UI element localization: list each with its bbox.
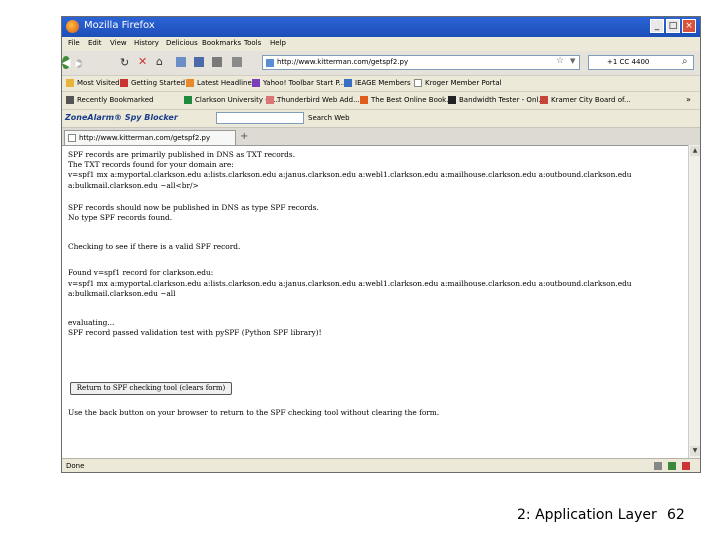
content-line: v=spf1 mx a:myportal.clarkson.edu a:list…	[68, 279, 632, 288]
browser-window: Mozilla Firefox _ □ × File Edit View His…	[61, 16, 701, 473]
menu-delicious[interactable]: Delicious	[166, 39, 198, 47]
rss-icon	[186, 79, 194, 87]
status-text: Done	[66, 462, 85, 470]
content-line: a:bulkmail.clarkson.edu ~all<br/>	[68, 181, 199, 190]
search-icon[interactable]: ⌕	[682, 56, 688, 67]
bookmark-icon	[66, 96, 74, 104]
home-icon[interactable]: ⌂	[156, 55, 163, 68]
toolbar-icon-2[interactable]	[212, 57, 222, 67]
bookmark-star-icon[interactable]: ☆	[556, 56, 564, 66]
bookmarks-toolbar: Most Visited Getting Started Latest Head…	[62, 75, 700, 91]
bookmark-icon	[184, 96, 192, 104]
forward-button[interactable]: ▶	[75, 59, 82, 68]
tab-title: http://www.kitterman.com/getspf2.py	[79, 134, 211, 142]
slide-page-number: 62	[667, 507, 685, 523]
zonealarm-search-button[interactable]: Search Web	[308, 114, 350, 122]
content-line: evaluating...	[68, 318, 115, 327]
vertical-scrollbar[interactable]: ▲ ▼	[688, 145, 700, 458]
url-dropdown-icon[interactable]: ▼	[570, 57, 575, 65]
scroll-up-icon[interactable]: ▲	[690, 146, 700, 156]
menu-view[interactable]: View	[110, 39, 127, 47]
bookmark-icon	[344, 79, 352, 87]
bookmark-online-book[interactable]: The Best Online Book...	[371, 96, 453, 104]
bookmark-recently-bookmarked[interactable]: Recently Bookmarked	[77, 96, 153, 104]
content-line: Found v=spf1 record for clarkson.edu:	[68, 268, 214, 277]
chevron-right-icon[interactable]: »	[686, 95, 691, 104]
bookmark-kroger[interactable]: Kroger Member Portal	[425, 79, 502, 87]
page-icon	[68, 134, 76, 142]
zonealarm-logo: ZoneAlarm® Spy Blocker	[65, 113, 178, 122]
search-value: +1 CC 4400	[607, 58, 650, 66]
bookmark-bandwidth[interactable]: Bandwidth Tester - Onl...	[459, 96, 545, 104]
minimize-button[interactable]: _	[650, 19, 664, 33]
status-icon	[682, 462, 690, 470]
menu-tools[interactable]: Tools	[244, 39, 261, 47]
menu-file[interactable]: File	[68, 39, 80, 47]
bookmark-icon	[414, 79, 422, 87]
bookmark-thunderbird[interactable]: Thunderbird Web Add...	[277, 96, 360, 104]
menu-bar: File Edit View History Delicious Bookmar…	[62, 37, 700, 51]
content-line: The TXT records found for your domain ar…	[68, 160, 234, 169]
status-bar: Done	[62, 458, 700, 472]
stop-icon[interactable]: ✕	[138, 55, 147, 68]
close-button[interactable]: ×	[682, 19, 696, 33]
content-line: SPF records are primarily published in D…	[68, 150, 296, 159]
window-title: Mozilla Firefox	[84, 20, 155, 31]
bookmark-most-visited[interactable]: Most Visited	[77, 79, 120, 87]
bookmark-ieage[interactable]: IEAGE Members	[355, 79, 411, 87]
bookmark-yahoo[interactable]: Yahoo! Toolbar Start P...	[263, 79, 345, 87]
bookmark-kramer[interactable]: Kramer City Board of...	[551, 96, 631, 104]
yahoo-icon	[252, 79, 260, 87]
bookmark-icon	[540, 96, 548, 104]
scroll-down-icon[interactable]: ▼	[690, 446, 700, 456]
firefox-icon	[66, 20, 79, 33]
page-content: SPF records are primarily published in D…	[62, 145, 688, 459]
title-bar: Mozilla Firefox _ □ ×	[62, 17, 700, 37]
bookmark-icon	[266, 96, 274, 104]
search-input[interactable]: +1 CC 4400	[588, 55, 694, 70]
tab-getspf[interactable]: http://www.kitterman.com/getspf2.py	[64, 130, 236, 146]
content-line: No type SPF records found.	[68, 213, 173, 222]
content-line: SPF record passed validation test with p…	[68, 328, 322, 337]
url-bar[interactable]: http://www.kitterman.com/getspf2.py	[262, 55, 580, 70]
bookmarks-toolbar-2: Recently Bookmarked Clarkson University …	[62, 91, 700, 109]
return-to-spf-tool-button[interactable]: Return to SPF checking tool (clears form…	[70, 382, 232, 395]
toolbar-icon-3[interactable]	[232, 57, 242, 67]
bookmark-icon	[360, 96, 368, 104]
content-line: v=spf1 mx a:myportal.clarkson.edu a:list…	[68, 170, 632, 179]
status-icon	[654, 462, 662, 470]
content-line: Checking to see if there is a valid SPF …	[68, 242, 241, 251]
content-line: a:bulkmail.clarkson.edu ~all	[68, 289, 176, 298]
menu-edit[interactable]: Edit	[88, 39, 102, 47]
back-button[interactable]: ◀	[62, 56, 71, 69]
url-text: http://www.kitterman.com/getspf2.py	[277, 58, 409, 66]
toolbar-icon[interactable]	[194, 57, 204, 67]
menu-bookmarks[interactable]: Bookmarks	[202, 39, 241, 47]
bookmark-latest-headlines[interactable]: Latest Headlines	[197, 79, 255, 87]
navigation-toolbar: ◀ ▶ ↻ ✕ ⌂ http://www.kitterman.com/getsp…	[62, 51, 700, 75]
slide-footer: 2: Application Layer	[517, 507, 657, 523]
site-icon	[266, 59, 274, 67]
zonealarm-toolbar: ZoneAlarm® Spy Blocker Search Web	[62, 109, 700, 127]
menu-history[interactable]: History	[134, 39, 159, 47]
bookmark-getting-started[interactable]: Getting Started	[131, 79, 185, 87]
maximize-button[interactable]: □	[666, 19, 680, 33]
bookmark-icon	[448, 96, 456, 104]
content-line: SPF records should now be published in D…	[68, 203, 319, 212]
bookmark-icon	[120, 79, 128, 87]
bookmark-icon	[66, 79, 74, 87]
menu-help[interactable]: Help	[270, 39, 286, 47]
page-icon[interactable]	[176, 57, 186, 67]
status-icon	[668, 462, 676, 470]
zonealarm-search-input[interactable]	[216, 112, 304, 124]
new-tab-button[interactable]: +	[240, 131, 248, 142]
content-line: Use the back button on your browser to r…	[68, 408, 440, 417]
tab-strip: http://www.kitterman.com/getspf2.py +	[62, 127, 700, 146]
reload-icon[interactable]: ↻	[120, 56, 129, 69]
